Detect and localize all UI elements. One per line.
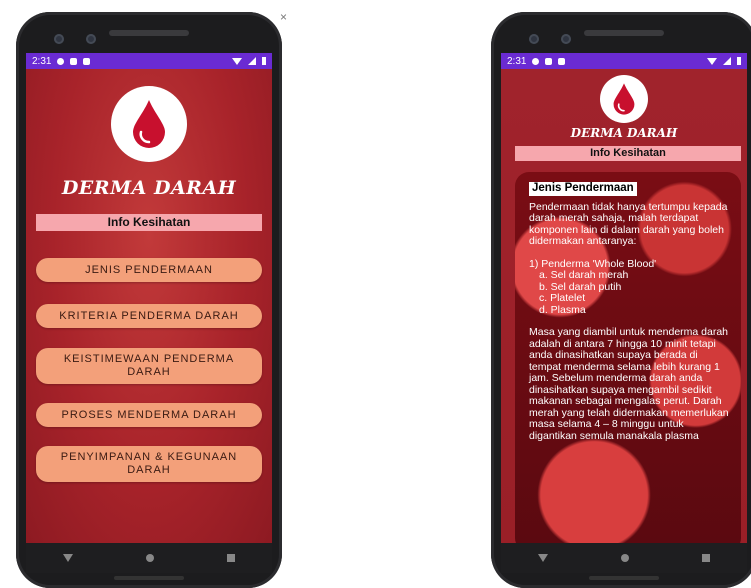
wifi-icon <box>707 57 717 65</box>
article-content: DERMA DARAH Info Kesihatan Jenis Penderm… <box>501 69 747 543</box>
wifi-icon <box>232 57 242 65</box>
article-intro: Pendermaan tidak hanya tertumpu kepada d… <box>529 200 728 247</box>
nav-bar <box>501 543 747 573</box>
back-icon[interactable] <box>62 554 73 562</box>
settings-icon <box>532 57 540 65</box>
app-screen-right: 2:31 DERMA DARAH Info Kesihatan Jenis Pe… <box>501 53 747 543</box>
blood-drop-icon <box>133 100 165 148</box>
speaker-grille <box>109 30 189 36</box>
app-screen-left: 2:31 DERMA DARAH Info Kesihatan JENIS PE… <box>26 53 272 543</box>
menu-button-proses-menderma[interactable]: PROSES MENDERMA DARAH <box>36 403 262 427</box>
signal-icon <box>248 57 256 65</box>
nav-bar <box>26 543 272 573</box>
home-icon[interactable] <box>620 554 629 562</box>
list-item: a. Sel darah merah <box>539 269 629 281</box>
menu-button-keistimewaan[interactable]: KEISTIMEWAAN PENDERMA DARAH <box>36 348 262 384</box>
shield-icon <box>545 57 553 65</box>
back-icon[interactable] <box>537 554 548 562</box>
shield-icon <box>70 57 78 65</box>
home-icon[interactable] <box>145 554 154 562</box>
section-header: Info Kesihatan <box>515 146 741 161</box>
menu-button-penyimpanan[interactable]: PENYIMPANAN & KEGUNAAN DARAH <box>36 446 262 482</box>
blood-drop-icon <box>613 83 635 115</box>
app-logo <box>600 75 648 123</box>
bottom-speaker <box>114 576 184 580</box>
sd-card-icon <box>83 57 91 65</box>
recents-icon[interactable] <box>227 554 236 562</box>
article-title: Jenis Pendermaan <box>529 182 637 196</box>
battery-icon <box>737 57 741 65</box>
sensor <box>561 34 571 44</box>
article-card[interactable]: Jenis Pendermaan Pendermaan tidak hanya … <box>515 172 741 543</box>
list-item: d. Plasma <box>539 303 586 316</box>
close-icon[interactable]: × <box>280 10 287 24</box>
menu-button-jenis-pendermaan[interactable]: JENIS PENDERMAAN <box>36 258 262 282</box>
sensor <box>86 34 96 44</box>
battery-icon <box>262 57 266 65</box>
bottom-speaker <box>589 576 659 580</box>
home-content: DERMA DARAH Info Kesihatan JENIS PENDERM… <box>26 69 272 543</box>
recents-icon[interactable] <box>702 554 711 562</box>
status-time: 2:31 <box>32 55 52 67</box>
status-time: 2:31 <box>507 55 527 67</box>
phone-frame-left: 2:31 DERMA DARAH Info Kesihatan JENIS PE… <box>16 12 282 588</box>
speaker-grille <box>584 30 664 36</box>
menu-button-kriteria-penderma[interactable]: KRITERIA PENDERMA DARAH <box>36 304 262 328</box>
list-item: c. Platelet <box>539 292 586 304</box>
status-bar: 2:31 <box>501 53 747 69</box>
sd-card-icon <box>558 57 566 65</box>
settings-icon <box>57 57 65 65</box>
front-camera <box>529 34 539 44</box>
status-bar: 2:31 <box>26 53 272 69</box>
signal-icon <box>723 57 731 65</box>
phone-frame-right: 2:31 DERMA DARAH Info Kesihatan Jenis Pe… <box>491 12 751 588</box>
app-title: DERMA DARAH <box>61 177 237 199</box>
section-header: Info Kesihatan <box>36 214 262 231</box>
article-body: Masa yang diambil untuk menderma darah a… <box>529 326 729 442</box>
app-title: DERMA DARAH <box>570 126 678 140</box>
front-camera <box>54 34 64 44</box>
app-logo <box>111 86 187 162</box>
